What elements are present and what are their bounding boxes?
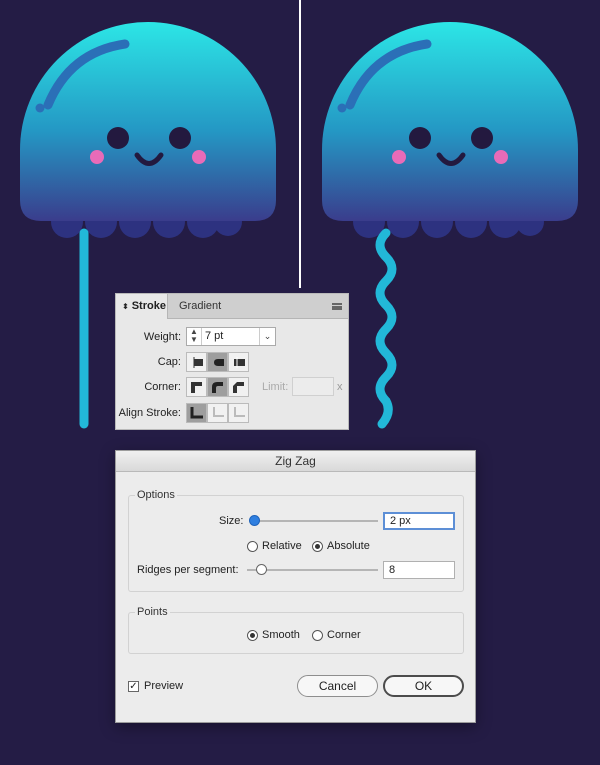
chevron-down-icon[interactable]: ⌄ [259,328,275,345]
miter-join-icon[interactable] [186,377,207,397]
limit-unit: x [337,381,343,393]
zig-zag-dialog: Zig Zag Options Size: 2 px Relative Abso… [115,450,476,723]
panel-menu-icon[interactable] [332,303,342,310]
divider-line [299,0,301,288]
corner-label: Corner: [144,381,181,393]
preview-checkbox[interactable]: ✓ Preview [128,680,183,692]
checkmark-icon: ✓ [128,680,139,692]
align-outside-icon[interactable] [228,403,249,423]
round-join-icon[interactable] [207,377,228,397]
limit-label: Limit: [262,381,289,393]
ok-button[interactable]: OK [383,675,464,697]
align-row: Align Stroke: [116,403,348,423]
cap-row: Cap: [116,352,348,372]
cap-label: Cap: [157,356,181,368]
size-slider-knob[interactable] [249,515,260,526]
points-legend: Points [135,606,170,618]
bevel-join-icon[interactable] [228,377,249,397]
size-slider-track[interactable] [254,520,378,522]
round-cap-icon[interactable] [207,352,228,372]
weight-value: 7 pt [205,330,224,342]
weight-field[interactable]: ▲ ▼ 7 pt ⌄ [186,327,276,346]
smooth-radio[interactable]: Smooth [247,629,300,641]
align-inside-icon[interactable] [207,403,228,423]
align-center-icon[interactable] [186,403,207,423]
corner-radio[interactable]: Corner [312,629,361,641]
weight-stepper-icon[interactable]: ▲ ▼ [187,328,202,345]
corner-row: Corner: Limit: x [116,377,348,397]
weight-row: Weight: ▲ ▼ 7 pt ⌄ [116,327,348,347]
absolute-radio[interactable]: Absolute [312,540,370,552]
tab-gradient[interactable]: Gradient [173,294,227,318]
relative-radio[interactable]: Relative [247,540,302,552]
tab-collapse-icon: ⬍ [122,302,129,311]
limit-field[interactable] [292,377,334,396]
ridges-input[interactable]: 8 [383,561,455,579]
size-input[interactable]: 2 px [383,512,455,530]
stroke-panel-tabs: ⬍ Stroke Gradient [116,294,348,319]
align-stroke-label: Align Stroke: [118,407,181,419]
size-label: Size: [219,515,244,527]
projecting-cap-icon[interactable] [228,352,249,372]
ridges-label: Ridges per segment: [137,564,239,576]
cancel-button[interactable]: Cancel [297,675,378,697]
butt-cap-icon[interactable] [186,352,207,372]
ridges-slider-knob[interactable] [256,564,267,575]
weight-label: Weight: [143,331,181,343]
stroke-panel: ⬍ Stroke Gradient Weight: ▲ ▼ 7 pt ⌄ Cap: … [115,293,349,430]
dialog-title: Zig Zag [116,451,475,472]
options-legend: Options [135,489,177,501]
tab-stroke[interactable]: ⬍ Stroke [116,294,168,319]
jellyfish-right [322,22,578,429]
